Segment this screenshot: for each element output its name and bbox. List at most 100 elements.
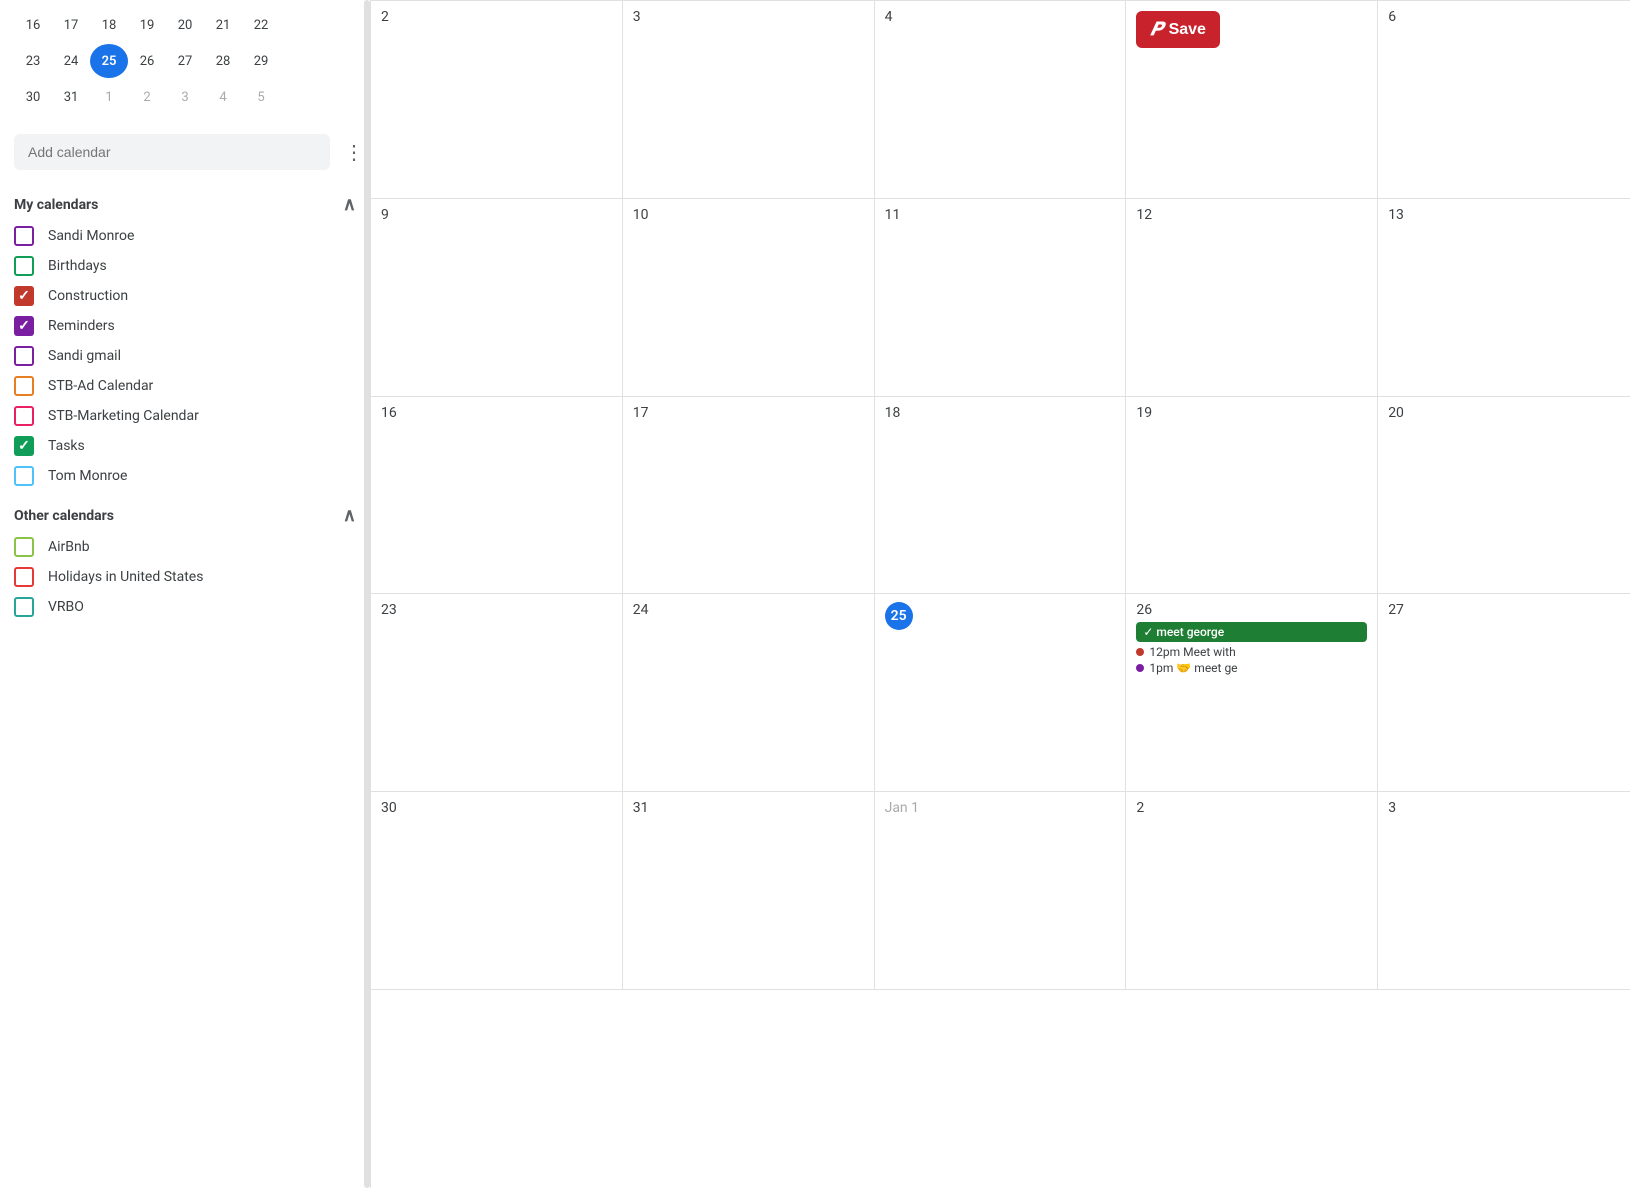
calendar-cell[interactable]: 3 bbox=[1378, 792, 1630, 990]
my-calendar-item[interactable]: Sandi gmail bbox=[14, 341, 370, 371]
mini-cal-day[interactable]: 19 bbox=[128, 8, 166, 42]
mini-cal-day[interactable]: 29 bbox=[242, 44, 280, 78]
pinterest-save-button[interactable]: 𝑷 Save bbox=[1136, 11, 1220, 48]
mini-calendar: 1617181920212223242526272829303112345 bbox=[14, 0, 370, 126]
mini-calendar-grid: 1617181920212223242526272829303112345 bbox=[14, 8, 370, 114]
event-dot-row[interactable]: 12pm Meet with bbox=[1136, 645, 1367, 659]
mini-cal-day[interactable]: 18 bbox=[90, 8, 128, 42]
calendar-cell[interactable]: 30 bbox=[371, 792, 623, 990]
cell-date: 6 bbox=[1388, 9, 1620, 25]
calendar-cell[interactable]: 18 bbox=[875, 397, 1127, 595]
calendar-cell[interactable]: 16 bbox=[371, 397, 623, 595]
calendar-cell[interactable]: Jan 1 bbox=[875, 792, 1127, 990]
my-calendar-item[interactable]: Birthdays bbox=[14, 251, 370, 281]
calendar-name-label: Holidays in United States bbox=[48, 569, 203, 585]
mini-cal-day[interactable]: 25 bbox=[90, 44, 128, 78]
mini-cal-day[interactable]: 16 bbox=[14, 8, 52, 42]
event-dot-row[interactable]: 1pm 🤝 meet ge bbox=[1136, 661, 1367, 675]
calendar-name-label: Construction bbox=[48, 288, 128, 304]
calendar-cell[interactable]: 12 bbox=[1126, 199, 1378, 397]
calendar-cell[interactable]: 31 bbox=[623, 792, 875, 990]
cell-date: 12 bbox=[1136, 207, 1367, 223]
calendar-cell[interactable]: 2 bbox=[371, 1, 623, 199]
mini-cal-day[interactable]: 26 bbox=[128, 44, 166, 78]
mini-cal-day[interactable]: 22 bbox=[242, 8, 280, 42]
calendar-cell[interactable]: 19 bbox=[1126, 397, 1378, 595]
event-bar[interactable]: ✓ meet george bbox=[1136, 622, 1367, 642]
other-calendar-item[interactable]: Holidays in United States bbox=[14, 562, 370, 592]
cell-date: 2 bbox=[1136, 800, 1367, 816]
cell-date: 23 bbox=[381, 602, 612, 618]
my-calendar-item[interactable]: ✓ Reminders bbox=[14, 311, 370, 341]
other-calendars-heading: Other calendars ∧ bbox=[14, 505, 370, 526]
calendar-cell[interactable]: 11 bbox=[875, 199, 1127, 397]
mini-cal-day[interactable]: 2 bbox=[128, 80, 166, 114]
mini-cal-day[interactable]: 1 bbox=[90, 80, 128, 114]
calendar-checkbox[interactable] bbox=[14, 376, 34, 396]
calendar-cell[interactable]: 𝑷 Save bbox=[1126, 1, 1378, 199]
calendar-cell[interactable]: 17 bbox=[623, 397, 875, 595]
cell-date: 13 bbox=[1388, 207, 1620, 223]
other-calendar-item[interactable]: AirBnb bbox=[14, 532, 370, 562]
calendar-checkbox[interactable]: ✓ bbox=[14, 316, 34, 336]
scrollbar[interactable] bbox=[364, 0, 370, 1188]
cell-date: 26 bbox=[1136, 602, 1367, 618]
calendar-cell[interactable]: 2 bbox=[1126, 792, 1378, 990]
calendar-checkbox[interactable] bbox=[14, 567, 34, 587]
my-calendar-item[interactable]: ✓Tasks bbox=[14, 431, 370, 461]
my-calendar-item[interactable]: ✓ Construction bbox=[14, 281, 370, 311]
mini-cal-day[interactable]: 23 bbox=[14, 44, 52, 78]
calendar-cell[interactable]: 3 bbox=[623, 1, 875, 199]
calendar-checkbox[interactable] bbox=[14, 346, 34, 366]
mini-cal-day[interactable]: 28 bbox=[204, 44, 242, 78]
calendar-name-label: Tom Monroe bbox=[48, 468, 127, 484]
add-calendar-row: ⋮ bbox=[14, 134, 370, 170]
mini-cal-day[interactable]: 17 bbox=[52, 8, 90, 42]
my-calendar-item[interactable]: Tom Monroe bbox=[14, 461, 370, 491]
calendar-cell[interactable]: 6 bbox=[1378, 1, 1630, 199]
calendar-name-label: Reminders bbox=[48, 318, 115, 334]
calendar-cell[interactable]: 27 bbox=[1378, 594, 1630, 792]
add-calendar-input[interactable] bbox=[14, 134, 330, 170]
calendar-cell[interactable]: 13 bbox=[1378, 199, 1630, 397]
other-calendars-chevron[interactable]: ∧ bbox=[343, 505, 356, 526]
calendar-cell[interactable]: 4 bbox=[875, 1, 1127, 199]
calendar-cell[interactable]: 23 bbox=[371, 594, 623, 792]
cell-date: 27 bbox=[1388, 602, 1620, 618]
mini-cal-day[interactable]: 24 bbox=[52, 44, 90, 78]
mini-cal-day[interactable]: 21 bbox=[204, 8, 242, 42]
calendar-cell[interactable]: 9 bbox=[371, 199, 623, 397]
calendar-cell[interactable]: 25 bbox=[875, 594, 1127, 792]
mini-cal-day[interactable]: 3 bbox=[166, 80, 204, 114]
other-calendar-item[interactable]: VRBO bbox=[14, 592, 370, 622]
calendar-checkbox[interactable] bbox=[14, 406, 34, 426]
calendar-checkbox[interactable] bbox=[14, 466, 34, 486]
calendar-checkbox[interactable]: ✓ bbox=[14, 436, 34, 456]
mini-cal-day[interactable]: 27 bbox=[166, 44, 204, 78]
calendar-name-label: AirBnb bbox=[48, 539, 90, 555]
calendar-name-label: STB-Marketing Calendar bbox=[48, 408, 199, 424]
event-label: 1pm 🤝 meet ge bbox=[1149, 661, 1237, 675]
calendar-checkbox[interactable] bbox=[14, 256, 34, 276]
calendar-checkbox[interactable] bbox=[14, 537, 34, 557]
calendar-checkbox[interactable] bbox=[14, 226, 34, 246]
my-calendar-item[interactable]: Sandi Monroe bbox=[14, 221, 370, 251]
calendar-checkbox[interactable] bbox=[14, 597, 34, 617]
calendar-cell[interactable]: 24 bbox=[623, 594, 875, 792]
mini-cal-day[interactable]: 5 bbox=[242, 80, 280, 114]
mini-cal-day[interactable]: 31 bbox=[52, 80, 90, 114]
my-calendar-item[interactable]: STB-Ad Calendar bbox=[14, 371, 370, 401]
mini-cal-day[interactable]: 20 bbox=[166, 8, 204, 42]
calendar-name-label: STB-Ad Calendar bbox=[48, 378, 153, 394]
calendar-cell[interactable]: 10 bbox=[623, 199, 875, 397]
cell-date: 3 bbox=[1388, 800, 1620, 816]
cell-date: 31 bbox=[633, 800, 864, 816]
mini-cal-day[interactable]: 4 bbox=[204, 80, 242, 114]
my-calendar-item[interactable]: STB-Marketing Calendar bbox=[14, 401, 370, 431]
my-calendars-chevron[interactable]: ∧ bbox=[343, 194, 356, 215]
calendar-cell[interactable]: 20 bbox=[1378, 397, 1630, 595]
cell-date: 24 bbox=[633, 602, 864, 618]
calendar-checkbox[interactable]: ✓ bbox=[14, 286, 34, 306]
calendar-cell[interactable]: 26 ✓ meet george 12pm Meet with 1pm 🤝 meet … bbox=[1126, 594, 1378, 792]
mini-cal-day[interactable]: 30 bbox=[14, 80, 52, 114]
